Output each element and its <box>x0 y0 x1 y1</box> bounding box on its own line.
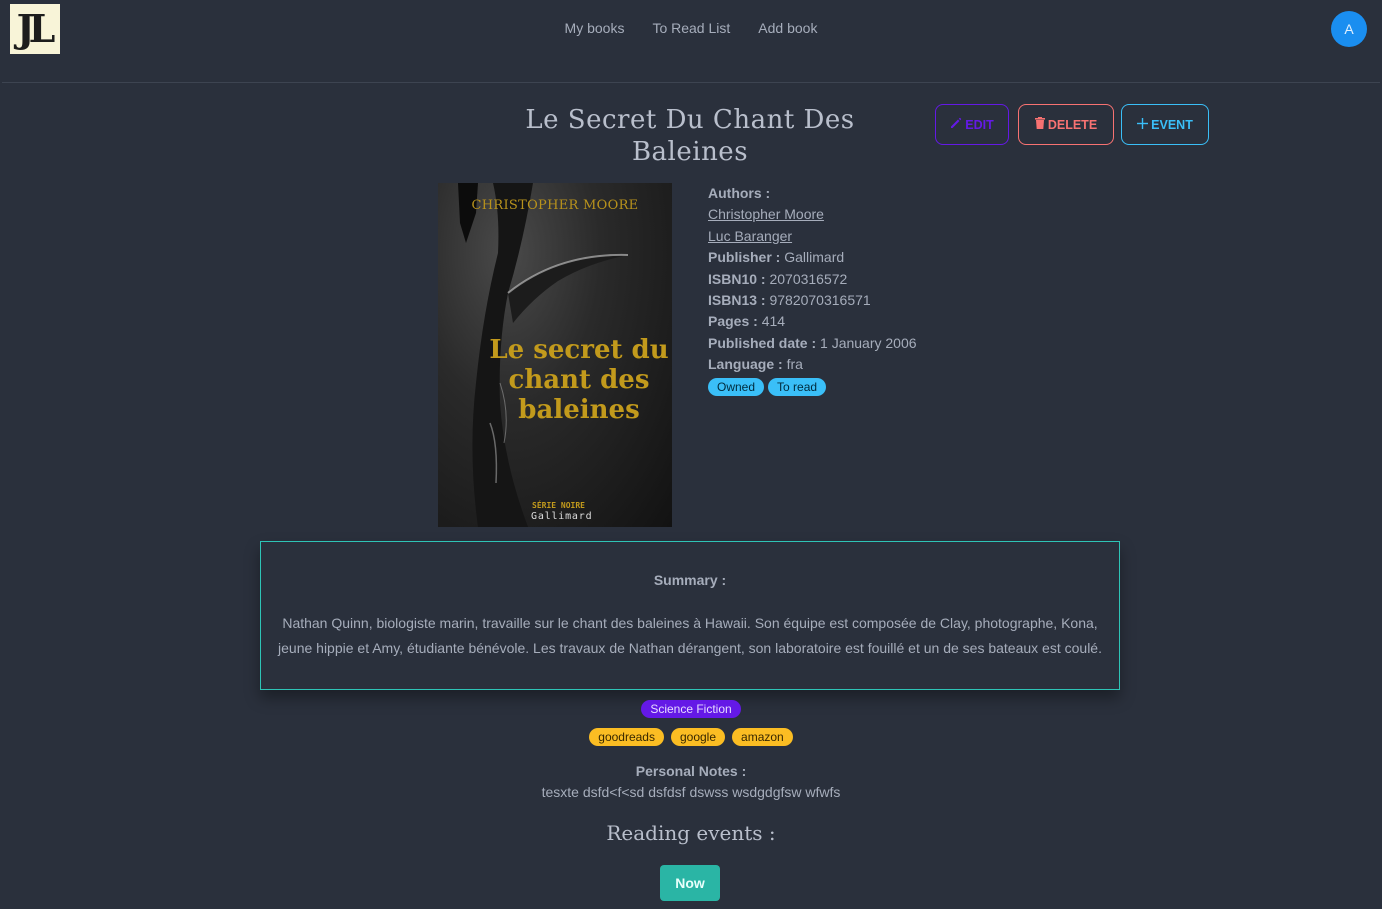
summary-card: Summary : Nathan Quinn, biologiste marin… <box>260 541 1120 690</box>
trash-icon <box>1034 117 1045 132</box>
book-details: Authors : Christopher Moore Luc Baranger… <box>708 183 1028 396</box>
summary-label: Summary : <box>653 572 727 588</box>
nav-divider <box>2 82 1380 83</box>
goodreads-link[interactable]: goodreads <box>589 728 664 746</box>
add-event-button-label: EVENT <box>1151 117 1193 132</box>
delete-button-label: DELETE <box>1047 117 1098 132</box>
status-badges: Owned To read <box>708 377 1028 396</box>
cover-series: SÉRIE NOIRE <box>532 501 585 510</box>
external-links: goodreads google amazon <box>0 728 1382 746</box>
book-cover-image: CHRISTOPHER MOORE Le secret du chant des… <box>438 183 672 527</box>
isbn10-label: ISBN10 : <box>708 270 766 287</box>
status-badge-owned: Owned <box>708 377 765 396</box>
reading-events-title: Reading events : <box>606 821 776 845</box>
author-link[interactable]: Christopher Moore <box>708 206 824 222</box>
summary-text: Nathan Quinn, biologiste marin, travaill… <box>278 615 1102 656</box>
now-button[interactable]: Now <box>660 865 720 901</box>
delete-button[interactable]: DELETE <box>1018 104 1114 145</box>
genre-row: Science Fiction <box>0 700 1382 718</box>
isbn13-label: ISBN13 : <box>708 291 766 308</box>
edit-button-label: EDIT <box>965 117 994 132</box>
published-date-label: Published date : <box>708 334 817 351</box>
nav-links: My books To Read List Add book <box>0 18 1382 38</box>
amazon-link[interactable]: amazon <box>732 728 793 746</box>
nav-link-add-book[interactable]: Add book <box>758 18 817 38</box>
pencil-icon <box>950 117 962 132</box>
cover-publisher: Gallimard <box>531 511 593 522</box>
navbar: JL My books To Read List Add book A <box>0 0 1382 82</box>
language-label: Language : <box>708 356 783 373</box>
genre-badge[interactable]: Science Fiction <box>641 700 741 718</box>
book-title: Le Secret Du Chant Des Baleines <box>525 105 855 167</box>
personal-notes-text: tesxte dsfd<f<sd dsfdsf dswss wsdgdgfsw … <box>541 784 841 800</box>
cover-author: CHRISTOPHER MOORE <box>471 198 639 213</box>
nav-link-to-read-list[interactable]: To Read List <box>652 18 730 38</box>
isbn13-value: 9782070316571 <box>769 291 871 308</box>
publisher-value: Gallimard <box>784 249 845 266</box>
publisher-label: Publisher : <box>708 249 781 266</box>
google-link[interactable]: google <box>670 728 726 746</box>
user-avatar[interactable]: A <box>1331 11 1367 47</box>
authors-label: Authors : <box>708 185 771 201</box>
pages-value: 414 <box>761 313 786 330</box>
published-date-value: 1 January 2006 <box>820 334 917 351</box>
add-event-button[interactable]: EVENT <box>1121 104 1209 145</box>
edit-button[interactable]: EDIT <box>935 104 1009 145</box>
cover-title: Le secret du chant des baleines <box>489 335 669 425</box>
author-link[interactable]: Luc Baranger <box>708 228 792 244</box>
status-badge-to-read: To read <box>768 377 827 396</box>
pages-label: Pages : <box>708 313 758 330</box>
personal-notes-label: Personal Notes : <box>635 763 747 779</box>
plus-icon <box>1137 117 1149 132</box>
language-value: fra <box>786 356 803 373</box>
isbn10-value: 2070316572 <box>769 270 848 287</box>
nav-link-my-books[interactable]: My books <box>565 18 625 38</box>
